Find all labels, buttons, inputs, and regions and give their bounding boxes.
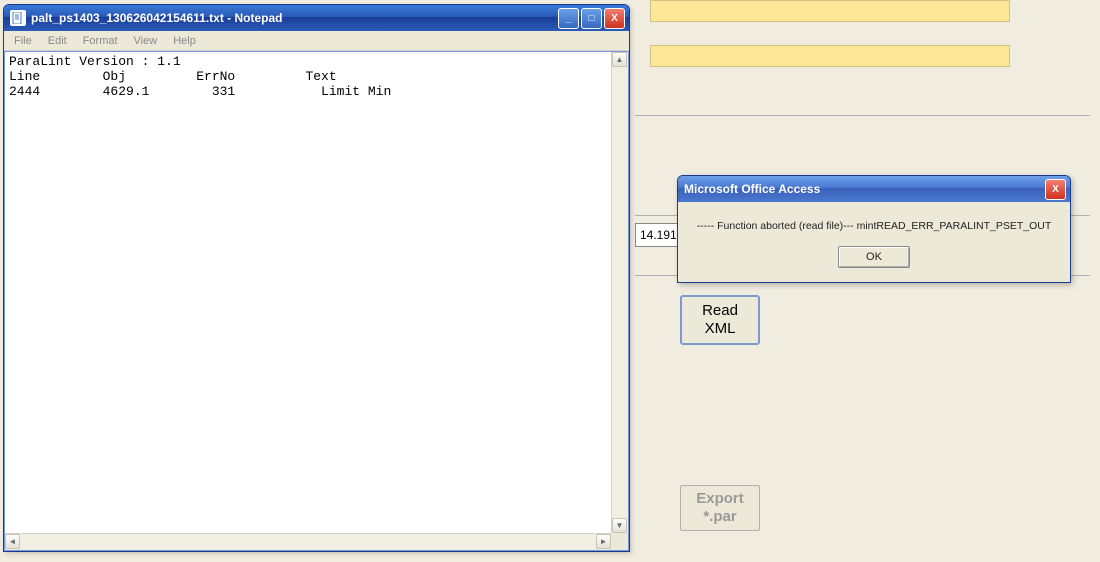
export-par-button: Export *.par <box>680 485 760 531</box>
bg-yellow-bar-2 <box>650 45 1010 67</box>
access-dialog-title: Microsoft Office Access <box>684 182 1043 196</box>
access-dialog-titlebar[interactable]: Microsoft Office Access X <box>678 176 1070 202</box>
scroll-right-icon[interactable]: ► <box>596 534 611 549</box>
scrollbar-horizontal[interactable]: ◄ ► <box>5 533 611 550</box>
scrollbar-vertical[interactable]: ▲ ▼ <box>611 52 628 533</box>
notepad-titlebar[interactable]: palt_ps1403_130626042154611.txt - Notepa… <box>4 5 629 31</box>
scroll-left-icon[interactable]: ◄ <box>5 534 20 549</box>
access-dialog: Microsoft Office Access X ----- Function… <box>677 175 1071 283</box>
bg-yellow-bar-1 <box>650 0 1010 22</box>
close-button[interactable]: X <box>604 8 625 29</box>
read-xml-label: Read XML <box>702 302 738 338</box>
scroll-down-icon[interactable]: ▼ <box>612 518 627 533</box>
ok-button[interactable]: OK <box>838 246 910 268</box>
close-icon: X <box>1052 184 1059 195</box>
access-dialog-close-button[interactable]: X <box>1045 179 1066 200</box>
notepad-menubar: File Edit Format View Help <box>4 31 629 51</box>
access-dialog-body: ----- Function aborted (read file)--- mi… <box>678 202 1070 282</box>
menu-format[interactable]: Format <box>75 33 126 49</box>
menu-help[interactable]: Help <box>165 33 204 49</box>
scroll-corner <box>611 533 628 550</box>
ok-label: OK <box>866 251 882 263</box>
close-icon: X <box>611 13 618 24</box>
menu-edit[interactable]: Edit <box>40 33 75 49</box>
export-par-label: Export *.par <box>696 490 744 526</box>
notepad-textarea-wrap: ParaLint Version : 1.1 Line Obj ErrNo Te… <box>4 51 629 551</box>
read-xml-button[interactable]: Read XML <box>680 295 760 345</box>
notepad-icon <box>10 10 26 26</box>
minimize-icon: _ <box>566 13 572 24</box>
notepad-title: palt_ps1403_130626042154611.txt - Notepa… <box>31 11 556 25</box>
scroll-up-icon[interactable]: ▲ <box>612 52 627 67</box>
access-dialog-message: ----- Function aborted (read file)--- mi… <box>692 220 1056 232</box>
notepad-textarea[interactable]: ParaLint Version : 1.1 Line Obj ErrNo Te… <box>5 52 611 533</box>
menu-view[interactable]: View <box>126 33 166 49</box>
maximize-icon: □ <box>588 13 594 24</box>
notepad-window: palt_ps1403_130626042154611.txt - Notepa… <box>3 4 630 552</box>
bg-divider <box>635 115 1090 116</box>
maximize-button[interactable]: □ <box>581 8 602 29</box>
menu-file[interactable]: File <box>6 33 40 49</box>
minimize-button[interactable]: _ <box>558 8 579 29</box>
